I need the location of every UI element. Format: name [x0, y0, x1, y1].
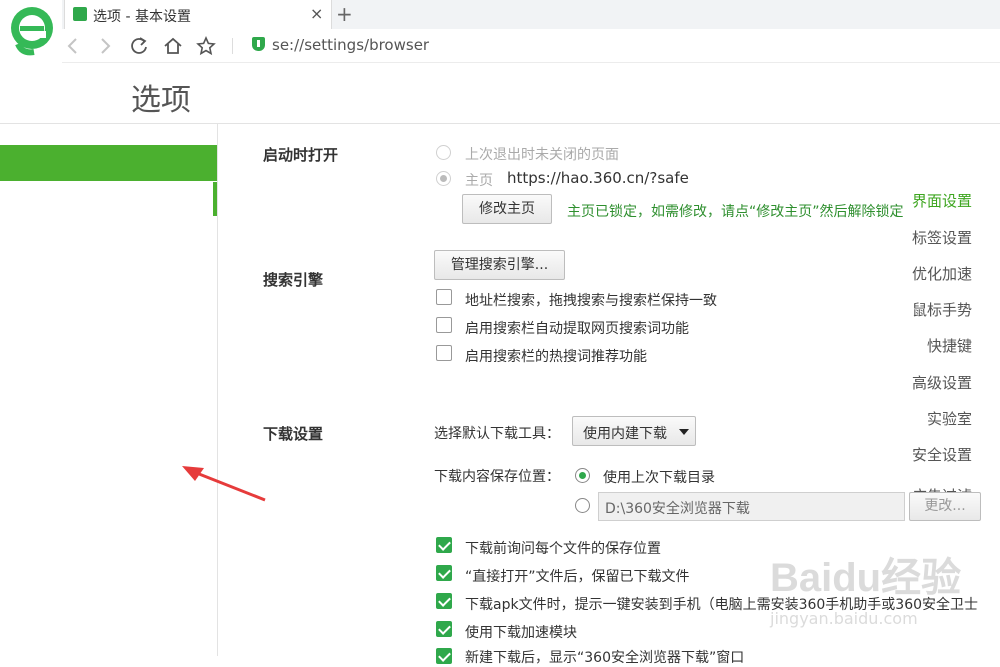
download-location-label: 下载内容保存位置：: [434, 469, 560, 485]
security-shield-icon[interactable]: [252, 37, 265, 51]
watermark-logo-text: Baidu经验: [770, 556, 962, 600]
sidebar-item-optimize[interactable]: 优化加速: [912, 263, 972, 284]
startup-last-session-radio[interactable]: [436, 145, 451, 160]
watermark-url: jingyan.baidu.com: [770, 609, 918, 628]
auto-extract-search-checkbox[interactable]: [436, 317, 452, 333]
download-path-value: D:\360安全浏览器下载: [605, 501, 750, 517]
download-tool-value: 使用内建下载: [583, 426, 667, 442]
forward-icon[interactable]: [98, 37, 112, 55]
startup-section-title: 启动时打开: [263, 146, 339, 164]
keep-opened-file-checkbox[interactable]: [436, 565, 452, 581]
browser-logo-icon: [11, 7, 53, 56]
sidebar-item-gestures[interactable]: 鼠标手势: [912, 299, 972, 320]
manage-search-engines-button[interactable]: 管理搜索引擎...: [434, 250, 565, 280]
sidebar-item-security[interactable]: 安全设置: [912, 444, 972, 465]
modify-homepage-button[interactable]: 修改主页: [462, 194, 552, 224]
apk-install-prompt-checkbox[interactable]: [436, 593, 452, 609]
home-icon[interactable]: [163, 36, 183, 56]
auto-extract-search-label: 启用搜索栏自动提取网页搜索词功能: [465, 321, 689, 337]
download-tool-select[interactable]: 使用内建下载: [572, 416, 696, 446]
sidebar-hover-indicator: [213, 182, 217, 216]
address-bar-search-checkbox[interactable]: [436, 289, 452, 305]
address-bar[interactable]: se://settings/browser: [272, 36, 429, 54]
use-last-directory-radio[interactable]: [575, 468, 590, 483]
sidebar-active-highlight: [0, 145, 217, 181]
search-section-title: 搜索引擎: [263, 271, 324, 289]
address-bar-search-label: 地址栏搜索，拖拽搜索与搜索栏保持一致: [465, 293, 717, 309]
homepage-lock-note: 主页已锁定，如需修改，请点“修改主页”然后解除锁定: [567, 204, 904, 220]
sidebar-item-lab[interactable]: 实验室: [927, 408, 972, 429]
change-directory-button[interactable]: 更改...: [909, 492, 981, 521]
homepage-url: https://hao.360.cn/?safe: [507, 169, 689, 187]
download-section-title: 下载设置: [263, 425, 324, 443]
annotation-arrow-icon: [182, 466, 266, 502]
settings-favicon-icon: [73, 7, 87, 21]
startup-last-session-label: 上次退出时未关闭的页面: [465, 147, 619, 163]
download-tool-label: 选择默认下载工具：: [434, 426, 560, 442]
hot-search-checkbox[interactable]: [436, 345, 452, 361]
sidebar-item-advanced[interactable]: 高级设置: [912, 372, 972, 393]
sidebar: [0, 124, 218, 656]
page-title: 选项: [131, 83, 191, 118]
keep-opened-file-label: “直接打开”文件后，保留已下载文件: [465, 569, 690, 585]
bookmark-star-icon[interactable]: [196, 36, 216, 56]
show-download-window-checkbox[interactable]: [436, 648, 452, 664]
watermark: Baidu经验 jingyan.baidu.com: [770, 545, 1000, 635]
download-path-input[interactable]: D:\360安全浏览器下载: [598, 492, 905, 521]
sidebar-item-tabs[interactable]: 标签设置: [912, 227, 972, 248]
chevron-down-icon: [679, 429, 689, 435]
back-icon[interactable]: [66, 37, 80, 55]
download-accelerator-label: 使用下载加速模块: [465, 625, 577, 641]
tab-title: 选项 - 基本设置: [93, 9, 191, 25]
download-accelerator-checkbox[interactable]: [436, 621, 452, 637]
show-download-window-label: 新建下载后，显示“360安全浏览器下载”窗口: [465, 650, 745, 666]
sidebar-item-shortcuts[interactable]: 快捷键: [927, 335, 972, 356]
use-last-directory-label: 使用上次下载目录: [603, 470, 715, 486]
tab-settings[interactable]: 选项 - 基本设置 ×: [64, 0, 332, 29]
close-tab-icon[interactable]: ×: [310, 4, 323, 23]
sidebar-item-basic[interactable]: 基本设置: [912, 154, 972, 175]
startup-homepage-label: 主页: [465, 173, 493, 189]
hot-search-label: 启用搜索栏的热搜词推荐功能: [465, 349, 647, 365]
ask-save-location-label: 下载前询问每个文件的保存位置: [465, 541, 661, 557]
new-tab-icon[interactable]: +: [336, 2, 353, 26]
reload-icon[interactable]: [129, 36, 149, 56]
custom-directory-radio[interactable]: [575, 498, 590, 513]
startup-homepage-radio[interactable]: [436, 171, 451, 186]
ask-save-location-checkbox[interactable]: [436, 537, 452, 553]
sidebar-item-interface[interactable]: 界面设置: [912, 190, 972, 211]
toolbar-divider: [232, 38, 233, 54]
